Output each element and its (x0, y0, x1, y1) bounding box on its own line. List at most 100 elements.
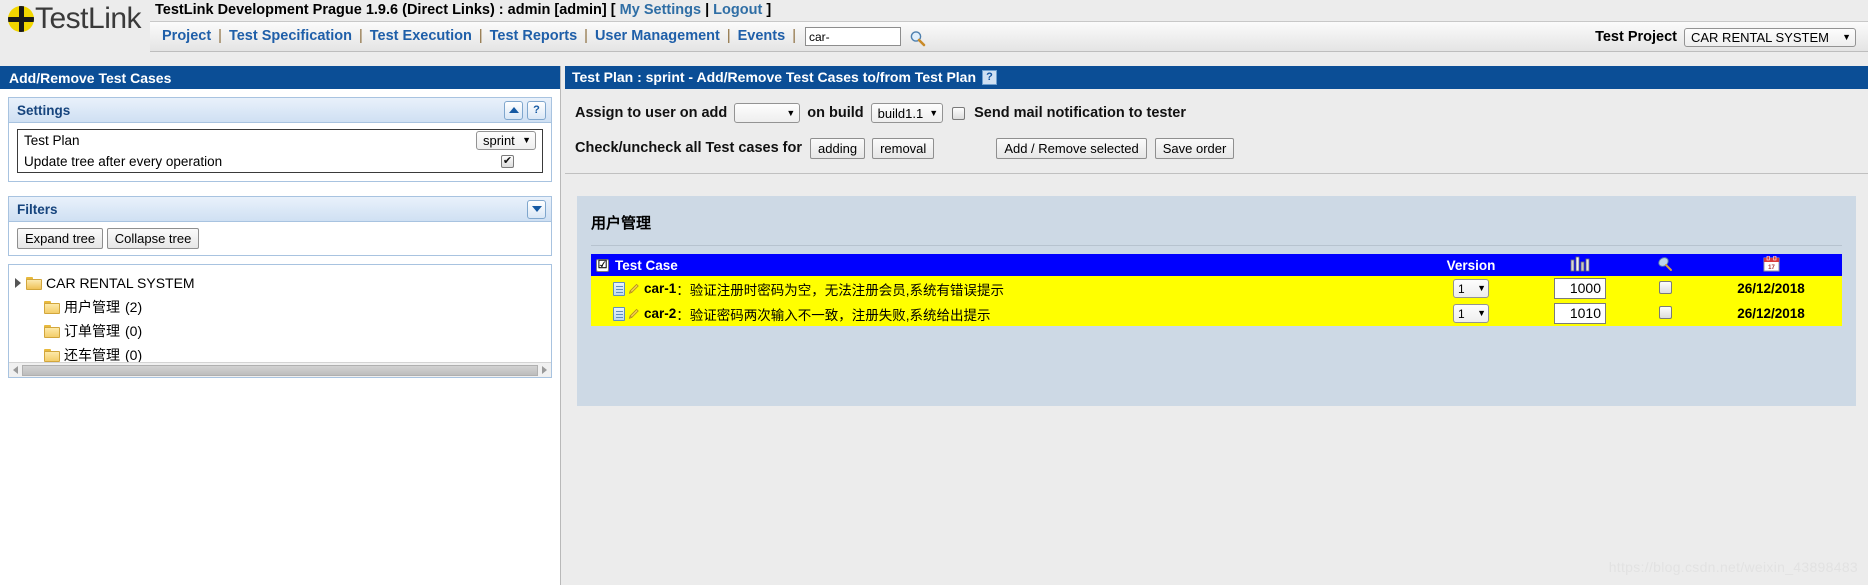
test-case-separator: ： (676, 307, 690, 323)
nav-item-user-management[interactable]: User Management (593, 22, 722, 51)
version-select[interactable]: 1 ▼ (1453, 279, 1489, 298)
logout-link[interactable]: Logout (713, 2, 762, 18)
table-row[interactable]: car-1 ： 验证注册时密码为空，无法注册会员,系统有错误提示 1 ▼ 100… (591, 276, 1842, 301)
update-tree-label: Update tree after every operation (24, 154, 223, 169)
test-suite-group-title: 用户管理 (591, 215, 652, 232)
test-plan-select[interactable]: sprint ▼ (476, 131, 536, 150)
nav-sep: | (218, 28, 222, 44)
cell-pin (1630, 276, 1700, 301)
help-icon[interactable]: ? (527, 100, 546, 120)
settings-table: Test Plan sprint ▼ Update tree after eve… (17, 129, 543, 173)
pin-icon (1656, 256, 1674, 275)
filters-box: Filters Expand tree Collapse tree (8, 196, 552, 256)
nav-item-test-reports[interactable]: Test Reports (488, 22, 580, 51)
tree-node-label: 订单管理 (64, 323, 120, 339)
nav-sep: | (584, 28, 588, 44)
nav-item-project[interactable]: Project (160, 22, 213, 51)
settings-heading: Settings (17, 102, 71, 118)
calendar-icon: 17 (1763, 255, 1780, 275)
th-priority (1530, 254, 1630, 276)
settings-box: Settings ? Test Plan sprint ▼ Update tre… (8, 97, 552, 182)
th-pin (1630, 254, 1700, 276)
version-value: 1 (1458, 306, 1465, 321)
nav-sep: | (792, 28, 796, 44)
th-date: 17 (1700, 254, 1842, 276)
test-project-label: Test Project (1595, 29, 1677, 45)
scrollbar-thumb[interactable] (22, 364, 538, 376)
row-checkbox[interactable] (1658, 305, 1672, 319)
order-input[interactable]: 1000 (1554, 278, 1606, 299)
tree-horizontal-scrollbar[interactable] (9, 362, 551, 377)
collapse-up-icon[interactable] (504, 100, 523, 120)
version-value: 1 (1458, 281, 1465, 296)
nav-item-test-specification[interactable]: Test Specification (227, 22, 354, 51)
top-bar: TestLink TestLink Development Prague 1.9… (0, 0, 1868, 62)
adding-button[interactable]: adding (810, 137, 866, 159)
removal-button[interactable]: removal (872, 137, 935, 159)
settings-row-test-plan: Test Plan sprint ▼ (18, 130, 542, 151)
nav-item-events[interactable]: Events (736, 22, 788, 51)
test-plan-label: Test Plan (24, 133, 80, 148)
bar-chart-icon (1570, 256, 1590, 275)
nav-bar: Project | Test Specification | Test Exec… (150, 21, 1868, 52)
cell-test-case: car-1 ： 验证注册时密码为空，无法注册会员,系统有错误提示 (591, 276, 1412, 301)
test-project-selector-wrap: Test Project CAR RENTAL SYSTEM ▼ (1595, 25, 1856, 49)
my-settings-link[interactable]: My Settings (620, 2, 701, 18)
row-checkbox[interactable] (1658, 280, 1672, 294)
scroll-right-icon[interactable] (538, 364, 551, 377)
settings-box-header: Settings ? (9, 98, 551, 123)
tree-toggle-icon[interactable] (15, 278, 21, 288)
pencil-icon[interactable] (627, 282, 640, 296)
order-input[interactable]: 1010 (1554, 303, 1606, 324)
right-panel-title: Test Plan : sprint - Add/Remove Test Cas… (572, 69, 977, 85)
scroll-left-icon[interactable] (9, 364, 22, 377)
update-tree-checkbox[interactable]: ✔ (501, 155, 514, 168)
version-select[interactable]: 1 ▼ (1453, 304, 1489, 323)
tree-node-user-mgmt[interactable]: 用户管理 (2) (15, 295, 551, 319)
expand-down-icon[interactable] (527, 199, 546, 219)
magnifier-icon[interactable] (909, 28, 926, 47)
test-project-select[interactable]: CAR RENTAL SYSTEM ▼ (1684, 27, 1856, 47)
add-remove-selected-button[interactable]: Add / Remove selected (996, 137, 1147, 159)
table-row[interactable]: car-2 ： 验证密码两次输入不一致，注册失败,系统给出提示 1 ▼ 1010 (591, 301, 1842, 326)
th-test-case-label: Test Case (615, 257, 678, 273)
test-cases-table: ☑ Test Case Version 17 car-1 ： 验证注册时密码为空… (591, 254, 1842, 326)
document-icon[interactable] (613, 306, 625, 321)
cell-date: 26/12/2018 (1700, 301, 1842, 326)
tree-node-order-mgmt[interactable]: 订单管理 (0) (15, 319, 551, 343)
app-title: TestLink Development Prague 1.9.6 (Direc… (155, 2, 607, 18)
nav-item-test-execution[interactable]: Test Execution (368, 22, 474, 51)
pencil-icon[interactable] (627, 307, 640, 321)
expand-tree-button[interactable]: Expand tree (17, 228, 104, 249)
nav-sep: | (358, 28, 363, 44)
cell-pin (1630, 301, 1700, 326)
chevron-down-icon: ▼ (929, 107, 939, 118)
cell-version: 1 ▼ (1412, 276, 1530, 301)
chevron-down-icon: ▼ (1842, 31, 1851, 42)
folder-icon (26, 276, 43, 290)
chevron-down-icon: ▼ (522, 135, 531, 145)
select-all-checkbox[interactable]: ☑ (596, 258, 609, 272)
tree-node-root[interactable]: CAR RENTAL SYSTEM (15, 271, 551, 295)
check-uncheck-label: Check/uncheck all Test cases for (575, 140, 803, 156)
nav-sep: | (478, 28, 483, 44)
bracket-close: ] (766, 2, 772, 18)
search-input[interactable] (804, 27, 901, 46)
document-icon[interactable] (613, 281, 625, 296)
help-icon[interactable]: ? (982, 70, 998, 85)
tree-node-count: (2) (125, 299, 143, 315)
left-panel: Add/Remove Test Cases Settings ? Test Pl… (0, 66, 561, 585)
cell-version: 1 ▼ (1412, 301, 1530, 326)
collapse-tree-button[interactable]: Collapse tree (106, 228, 200, 249)
send-mail-checkbox[interactable] (952, 106, 966, 120)
table-header-row: ☑ Test Case Version 17 (591, 254, 1842, 276)
assign-row: Assign to user on add ▼ on build build1.… (575, 101, 1868, 125)
nav-sep: | (726, 28, 731, 44)
cell-test-case: car-2 ： 验证密码两次输入不一致，注册失败,系统给出提示 (591, 301, 1412, 326)
build-select[interactable]: build1.1 ▼ (870, 103, 944, 123)
filters-box-body: Expand tree Collapse tree (9, 222, 551, 255)
assign-user-select[interactable]: ▼ (734, 103, 801, 123)
save-order-button[interactable]: Save order (1154, 137, 1235, 159)
watermark: https://blog.csdn.net/weixin_43898483 (1608, 559, 1858, 575)
chevron-down-icon: ▼ (1477, 283, 1486, 293)
